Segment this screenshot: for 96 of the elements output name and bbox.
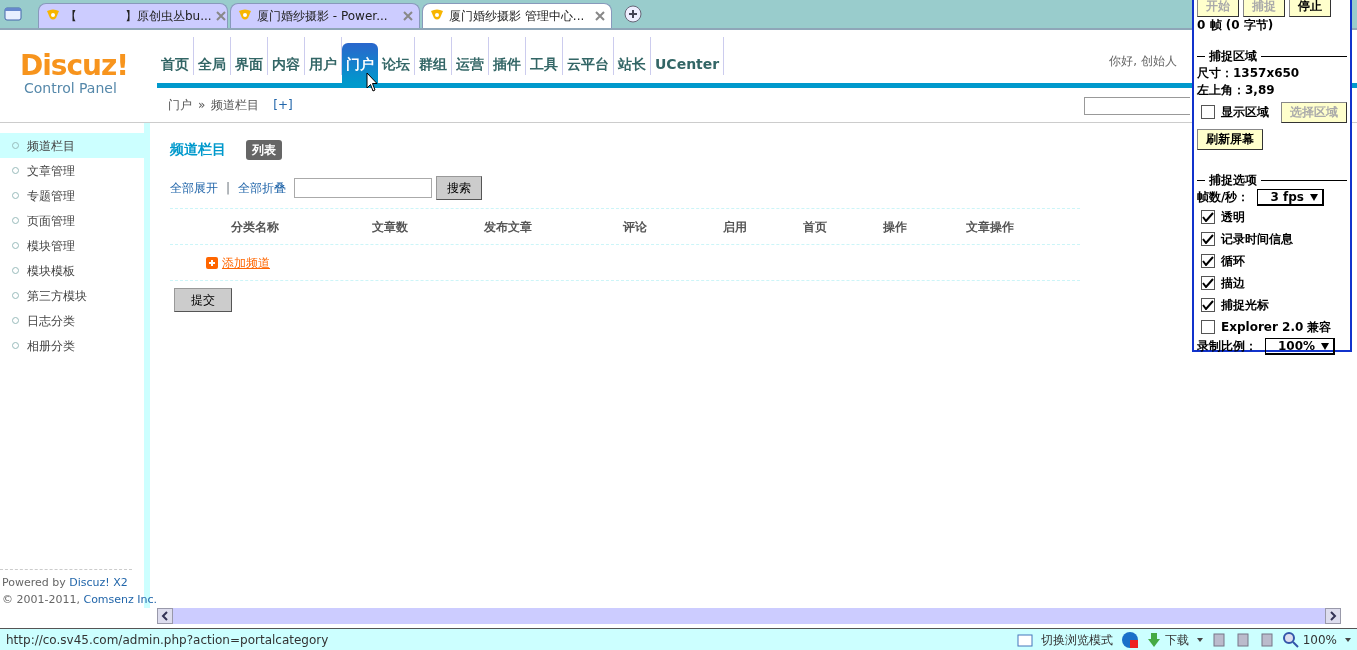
browser-tab[interactable]: 【 】原创虫丛bu... [38,3,228,28]
nav-tab[interactable]: 首页 [157,37,194,75]
browser-tab[interactable]: 厦门婚纱摄影 - Power... [230,3,420,28]
fps-label: 帧数/秒： [1197,189,1250,206]
checkbox-label: 记录时间信息 [1221,230,1293,248]
sidebar-item[interactable]: 模块管理 [0,233,144,258]
refresh-button[interactable]: 刷新屏幕 [1197,129,1263,150]
search-field[interactable] [1084,97,1190,115]
scroll-left-icon[interactable] [157,608,173,624]
breadcrumb-item: 频道栏目 [211,97,260,114]
browser-tab[interactable]: 厦门婚纱摄影 管理中心... [422,3,612,28]
size-text: 尺寸：1357x650 [1197,65,1301,82]
checkbox-label: 循环 [1221,252,1245,270]
nav-tab[interactable]: 门户 [342,43,378,83]
column-header: 首页 [802,218,828,236]
footer-link[interactable]: Discuz! X2 [69,576,128,589]
footer-link[interactable]: Comsenz Inc. [83,593,158,606]
column-header: 文章操作 [965,218,1015,236]
ratio-label: 录制比例： [1197,338,1257,355]
checkbox-label: 显示区域 [1221,103,1269,121]
nav-tab[interactable]: 群组 [415,37,452,75]
sidebar-item[interactable]: 频道栏目 [0,133,144,158]
logo-text: Discuz! [20,52,130,80]
caret-icon[interactable] [1345,637,1351,642]
view-mode-button[interactable]: 切换浏览模式 [1040,630,1113,649]
sidebar-item[interactable]: 文章管理 [0,158,144,183]
footer-text: Powered by Discuz! X2 [2,575,129,591]
page-title: 频道栏目 [170,140,226,159]
globe-icon[interactable] [1120,630,1139,649]
checkbox[interactable] [1201,276,1215,290]
caret-icon[interactable] [1196,637,1203,642]
nav-tab[interactable]: 工具 [526,37,563,75]
search-field[interactable] [294,178,433,198]
sidebar-item[interactable]: 模块模板 [0,258,144,283]
nav-tab[interactable]: UCenter [651,37,725,75]
ratio-select[interactable]: 100% [1265,338,1336,355]
close-icon[interactable] [595,11,605,21]
column-header: 分类名称 [230,218,280,236]
checkbox-label: 捕捉光标 [1221,296,1269,314]
checkbox[interactable] [1201,254,1215,268]
sidebar-item[interactable]: 日志分类 [0,308,144,333]
breadcrumb-separator: » [198,97,206,114]
list-tab[interactable]: 列表 [246,139,282,160]
section-title: 捕捉选项 [1209,172,1257,189]
greeting-text: 你好, 创始人 [1109,53,1177,70]
checkbox[interactable] [1201,298,1215,312]
separator-text: | [226,180,231,197]
fps-select[interactable]: 3 fps [1257,189,1324,206]
frame-count-text: 0 帧 (0 字节) [1197,17,1275,34]
expand-link[interactable]: 全部折叠 [238,179,287,197]
logo-subtitle: Control Panel [23,80,118,96]
column-header: 评论 [621,218,648,236]
nav-tab[interactable]: 插件 [489,37,526,75]
plus-icon [206,256,218,269]
section-title: 捕捉区域 [1209,48,1257,65]
nav-tab[interactable]: 全局 [194,37,231,75]
nav-tab[interactable]: 内容 [268,37,305,75]
mouse-pointer-icon [366,72,378,92]
checkbox[interactable] [1201,210,1215,224]
nav-tab[interactable]: 云平台 [563,37,614,75]
search-button[interactable]: 搜索 [436,176,483,200]
checkbox[interactable] [1201,232,1215,246]
nav-tab[interactable]: 论坛 [378,37,415,75]
submit-button[interactable]: 提交 [174,288,232,312]
tab-title: 【 】原创虫丛bu... [65,8,212,25]
column-header: 发布文章 [482,218,533,236]
checkbox[interactable] [1201,105,1215,119]
nav-tab[interactable]: 界面 [231,37,268,75]
nav-tab[interactable]: 运营 [452,37,489,75]
checkbox-label: Explorer 2.0 兼容 [1221,318,1332,336]
checkbox-label: 透明 [1221,208,1245,226]
horizontal-scrollbar[interactable] [157,608,1341,624]
status-url: http://co.sv45.com/admin.php?action=portalcategory [6,631,329,649]
column-header: 操作 [882,218,908,236]
checkbox[interactable] [1201,320,1215,334]
scroll-right-icon[interactable] [1325,608,1341,624]
corner-text: 左上角：3,89 [1197,82,1276,99]
column-header: 文章数 [371,218,409,236]
download-button[interactable]: 下载 [1146,630,1189,649]
capture-button[interactable]: 停止 [1289,0,1331,17]
tab-title: 厦门婚纱摄影 - Power... [257,8,388,25]
sidebar-item[interactable]: 专题管理 [0,183,144,208]
expand-link[interactable]: 全部展开 [170,179,218,197]
sidebar-item[interactable]: 第三方模块 [0,283,144,308]
column-header: 启用 [722,218,748,236]
tab-title: 厦门婚纱摄影 管理中心... [449,8,585,25]
checkbox-label: 描边 [1221,274,1245,292]
zoom-icon [1282,631,1299,648]
zoom-button[interactable]: 100% [1282,630,1337,649]
nav-tab[interactable]: 站长 [614,37,651,75]
add-shortcut-link[interactable]: [+] [273,96,293,114]
new-tab-icon[interactable] [624,5,642,23]
sidebar-item[interactable]: 页面管理 [0,208,144,233]
download-arrow-icon [1146,631,1161,648]
breadcrumb-item[interactable]: 门户 [168,96,192,114]
sidebar-item[interactable]: 相册分类 [0,333,144,358]
